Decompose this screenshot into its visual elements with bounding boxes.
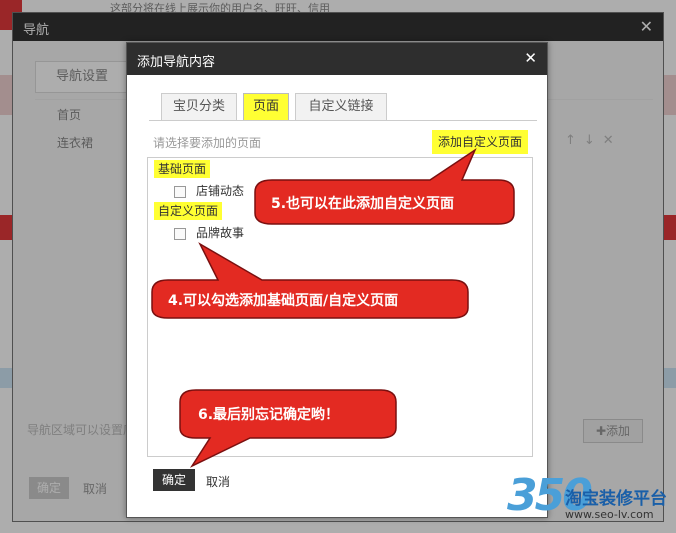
inner-dialog-titlebar: 添加导航内容 ✕ [127,43,547,75]
checkbox[interactable] [174,227,186,240]
watermark-url: www.seo-lv.com [565,508,654,521]
checkbox[interactable] [174,185,186,198]
checkbox-row: 品牌故事 [174,224,244,241]
group-label-basic-pages: 基础页面 [154,160,211,178]
checkbox-label: 店铺动态 [196,184,245,198]
tab-item-categories[interactable]: 宝贝分类 [161,93,237,121]
confirm-button[interactable]: 确定 [153,469,195,491]
watermark-name: 淘宝装修平台 [565,489,667,509]
inner-dialog-title: 添加导航内容 [137,55,216,70]
group-label-custom-pages: 自定义页面 [154,202,223,220]
cancel-button[interactable]: 取消 [206,473,230,490]
tab-bar: 宝贝分类 页面 自定义链接 [161,93,541,121]
callout-text: 4.可以勾选添加基础页面/自定义页面 [168,293,399,309]
checkbox-label: 品牌故事 [196,226,245,240]
tab-custom-link[interactable]: 自定义链接 [295,93,387,121]
add-navigation-dialog: 添加导航内容 ✕ 宝贝分类 页面 自定义链接 请选择要添加的页面 添加自定义页面… [126,42,548,518]
section-label: 请选择要添加的页面 [153,136,262,150]
callout-text: 5.也可以在此添加自定义页面 [271,196,455,212]
tab-pages[interactable]: 页面 [243,93,289,121]
checkbox-row: 店铺动态 [174,182,244,199]
callout-text: 6.最后别忘记确定哟！ [198,407,340,423]
add-custom-page-link[interactable]: 添加自定义页面 [432,130,529,154]
close-icon[interactable]: ✕ [524,49,537,67]
tab-divider [149,120,537,121]
